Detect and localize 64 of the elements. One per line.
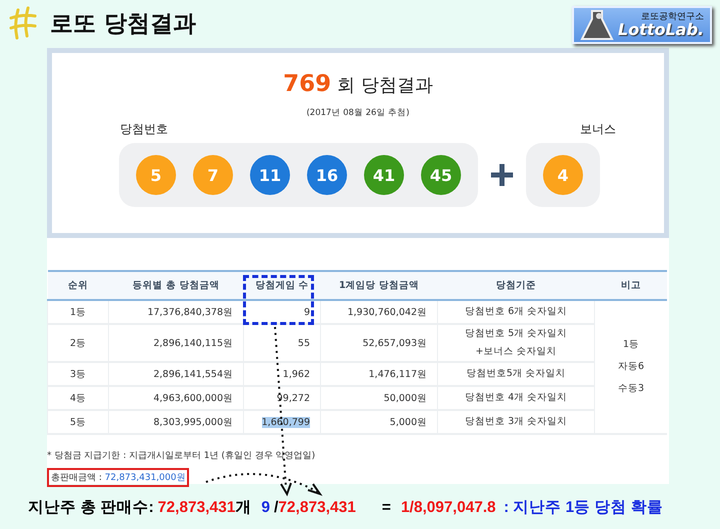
number-ball: 7: [193, 155, 233, 195]
column-header: 등위별 총 당첨금액: [108, 271, 244, 300]
winner-count: 1,660,799: [262, 416, 310, 428]
bonus-label: 보너스: [580, 121, 616, 138]
table-cell: 1,930,760,042원: [320, 300, 438, 324]
number-ball: 5: [136, 155, 176, 195]
remark-line: 자동6: [616, 360, 646, 374]
page-title: 로또 당첨결과: [50, 10, 198, 38]
column-header: 1계임당 당첨금액: [320, 271, 438, 300]
table-cell: 8,303,995,000원: [108, 410, 244, 434]
table-cell: 3등: [48, 362, 108, 386]
table-cell: 4,963,600,000원: [108, 386, 244, 410]
table-cell: 2등: [48, 324, 108, 362]
number-ball: 45: [421, 155, 461, 195]
criteria-line: 당첨번호 4개 숫자일치: [464, 391, 568, 405]
bonus-ball: 4: [543, 155, 583, 195]
draw-title: 회 당첨결과: [337, 74, 433, 97]
summary-text: /: [274, 499, 278, 517]
table-cell: 2,896,141,554원: [108, 362, 244, 386]
winner-count: 55: [298, 338, 310, 348]
summary-text: 지난주 총 판매수:: [28, 498, 154, 518]
summary-text: 개: [235, 498, 252, 518]
payment-deadline-note: * 당첨금 지급기한 : 지급개시일로부터 1년 (휴일인 경우 익영업일): [47, 450, 316, 462]
summary-text: =: [382, 499, 391, 517]
plus-icon: [490, 163, 514, 187]
table-cell: 5등: [48, 410, 108, 434]
number-ball: 41: [364, 155, 404, 195]
summary-text: : 지난주 1등 당첨 확률: [504, 498, 663, 518]
column-header: 비고: [594, 271, 667, 300]
criteria-line: 당첨번호5개 숫자일치: [465, 367, 567, 381]
table-cell: 5,000원: [320, 410, 438, 434]
table-cell: 4등: [48, 386, 108, 410]
column-header: 순위: [48, 271, 108, 300]
flask-icon: [580, 9, 614, 41]
highlight-frame: [243, 275, 314, 325]
table-cell: 17,376,840,378원: [108, 300, 244, 324]
remark-line: 수동3: [616, 382, 646, 396]
total-sales-note: 총판매금액 : 72,873,431,000원: [47, 468, 190, 487]
table-cell: 1등: [48, 300, 108, 324]
logo-caption: 로또공학연구소: [641, 12, 704, 22]
numbers-label: 당첨번호: [120, 121, 168, 138]
table-cell: 2,896,140,115원: [108, 324, 244, 362]
sharp-sign-icon: [8, 6, 38, 40]
round-number: 769: [283, 71, 332, 97]
criteria-line: 당첨번호 3개 숫자일치: [464, 415, 568, 429]
criteria-line: 당첨번호 6개 숫자일치: [464, 305, 568, 319]
winner-count: 9: [304, 306, 310, 318]
summary-text: 72,873,431: [278, 499, 356, 517]
criteria-line: 당첨번호 5개 숫자일치: [464, 327, 568, 341]
table-cell: 52,657,093원: [320, 324, 438, 362]
logo-name: LottoLab.: [618, 22, 704, 38]
summary-text: 1/8,097,047.8: [400, 499, 496, 517]
summary-text: 9: [261, 499, 270, 517]
table-cell: 1,476,117원: [320, 362, 438, 386]
draw-date: (2017년 08월 26일 추첨): [305, 107, 410, 119]
remark-line: 1등: [622, 338, 640, 352]
column-header: 당첨기준: [438, 271, 594, 300]
summary-text: 72,873,431: [158, 499, 236, 517]
number-ball: 11: [250, 155, 290, 195]
winner-count: 99,272: [276, 392, 310, 404]
criteria-line: +보너스 숫자일치: [474, 345, 558, 359]
table-cell: 50,000원: [320, 386, 438, 410]
winner-count: 1,962: [282, 368, 310, 380]
number-ball: 16: [307, 155, 347, 195]
